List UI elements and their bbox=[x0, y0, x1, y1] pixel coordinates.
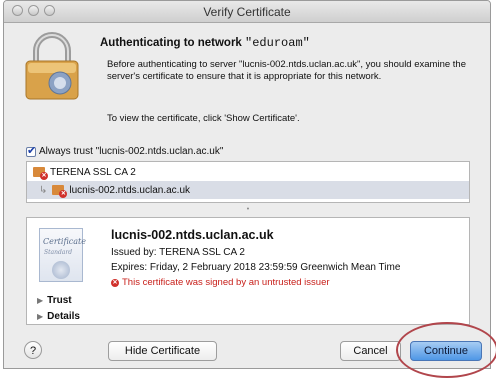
certificate-expiry: Expires: Friday, 2 February 2018 23:59:5… bbox=[111, 262, 401, 273]
certificate-warning: ✕ This certificate was signed by an untr… bbox=[111, 277, 330, 288]
disclosure-triangle-icon: ▶ bbox=[37, 296, 44, 305]
cert-chain-item-selected[interactable]: ↳ ✕ lucnis-002.ntds.uclan.ac.uk bbox=[27, 181, 469, 199]
cert-chain-label: TERENA SSL CA 2 bbox=[50, 166, 136, 178]
cert-chain-label: lucnis-002.ntds.uclan.ac.uk bbox=[69, 184, 191, 196]
seal-icon bbox=[52, 261, 70, 279]
certificate-chain-list: ✕ TERENA SSL CA 2 ↳ ✕ lucnis-002.ntds.uc… bbox=[26, 161, 470, 203]
trust-label: Trust bbox=[47, 295, 72, 306]
details-disclosure[interactable]: ▶ Details bbox=[37, 311, 80, 322]
trust-disclosure[interactable]: ▶ Trust bbox=[37, 295, 72, 306]
network-name: "eduroam" bbox=[245, 36, 310, 50]
disclosure-triangle-icon: ▶ bbox=[37, 312, 44, 321]
child-arrow-icon: ↳ bbox=[39, 184, 48, 196]
heading-prefix: Authenticating to network bbox=[100, 37, 246, 49]
dialog-heading: Authenticating to network "eduroam" bbox=[100, 36, 310, 50]
help-button[interactable]: ? bbox=[24, 341, 42, 359]
split-handle[interactable]: • bbox=[26, 206, 470, 213]
cert-chain-item[interactable]: ✕ TERENA SSL CA 2 bbox=[27, 163, 469, 181]
verify-certificate-window: Verify Certificate Authenticating to net… bbox=[3, 0, 491, 369]
error-icon: ✕ bbox=[111, 278, 119, 287]
always-trust-label: Always trust "lucnis-002.ntds.uclan.ac.u… bbox=[39, 146, 224, 157]
dialog-message: Before authenticating to server "lucnis-… bbox=[107, 59, 466, 82]
details-label: Details bbox=[47, 311, 80, 322]
warning-text: This certificate was signed by an untrus… bbox=[122, 277, 330, 288]
certificate-error-icon: ✕ bbox=[33, 167, 48, 180]
lock-icon bbox=[25, 32, 79, 100]
annotation-circle bbox=[396, 322, 496, 378]
certificate-detail-panel: Certificate Standard lucnis-002.ntds.ucl… bbox=[26, 217, 470, 325]
certificate-error-icon: ✕ bbox=[52, 185, 68, 198]
title-bar: Verify Certificate bbox=[4, 1, 490, 23]
window-title: Verify Certificate bbox=[203, 5, 291, 19]
certificate-issuer: Issued by: TERENA SSL CA 2 bbox=[111, 247, 245, 258]
always-trust-checkbox[interactable] bbox=[26, 144, 36, 157]
hide-certificate-button[interactable]: Hide Certificate bbox=[108, 341, 217, 361]
cancel-button[interactable]: Cancel bbox=[340, 341, 401, 361]
always-trust-row[interactable]: Always trust "lucnis-002.ntds.uclan.ac.u… bbox=[26, 144, 224, 157]
certificate-badge-icon: Certificate Standard bbox=[39, 228, 86, 282]
dialog-instruction: To view the certificate, click 'Show Cer… bbox=[107, 113, 300, 124]
certificate-common-name: lucnis-002.ntds.uclan.ac.uk bbox=[111, 228, 274, 242]
